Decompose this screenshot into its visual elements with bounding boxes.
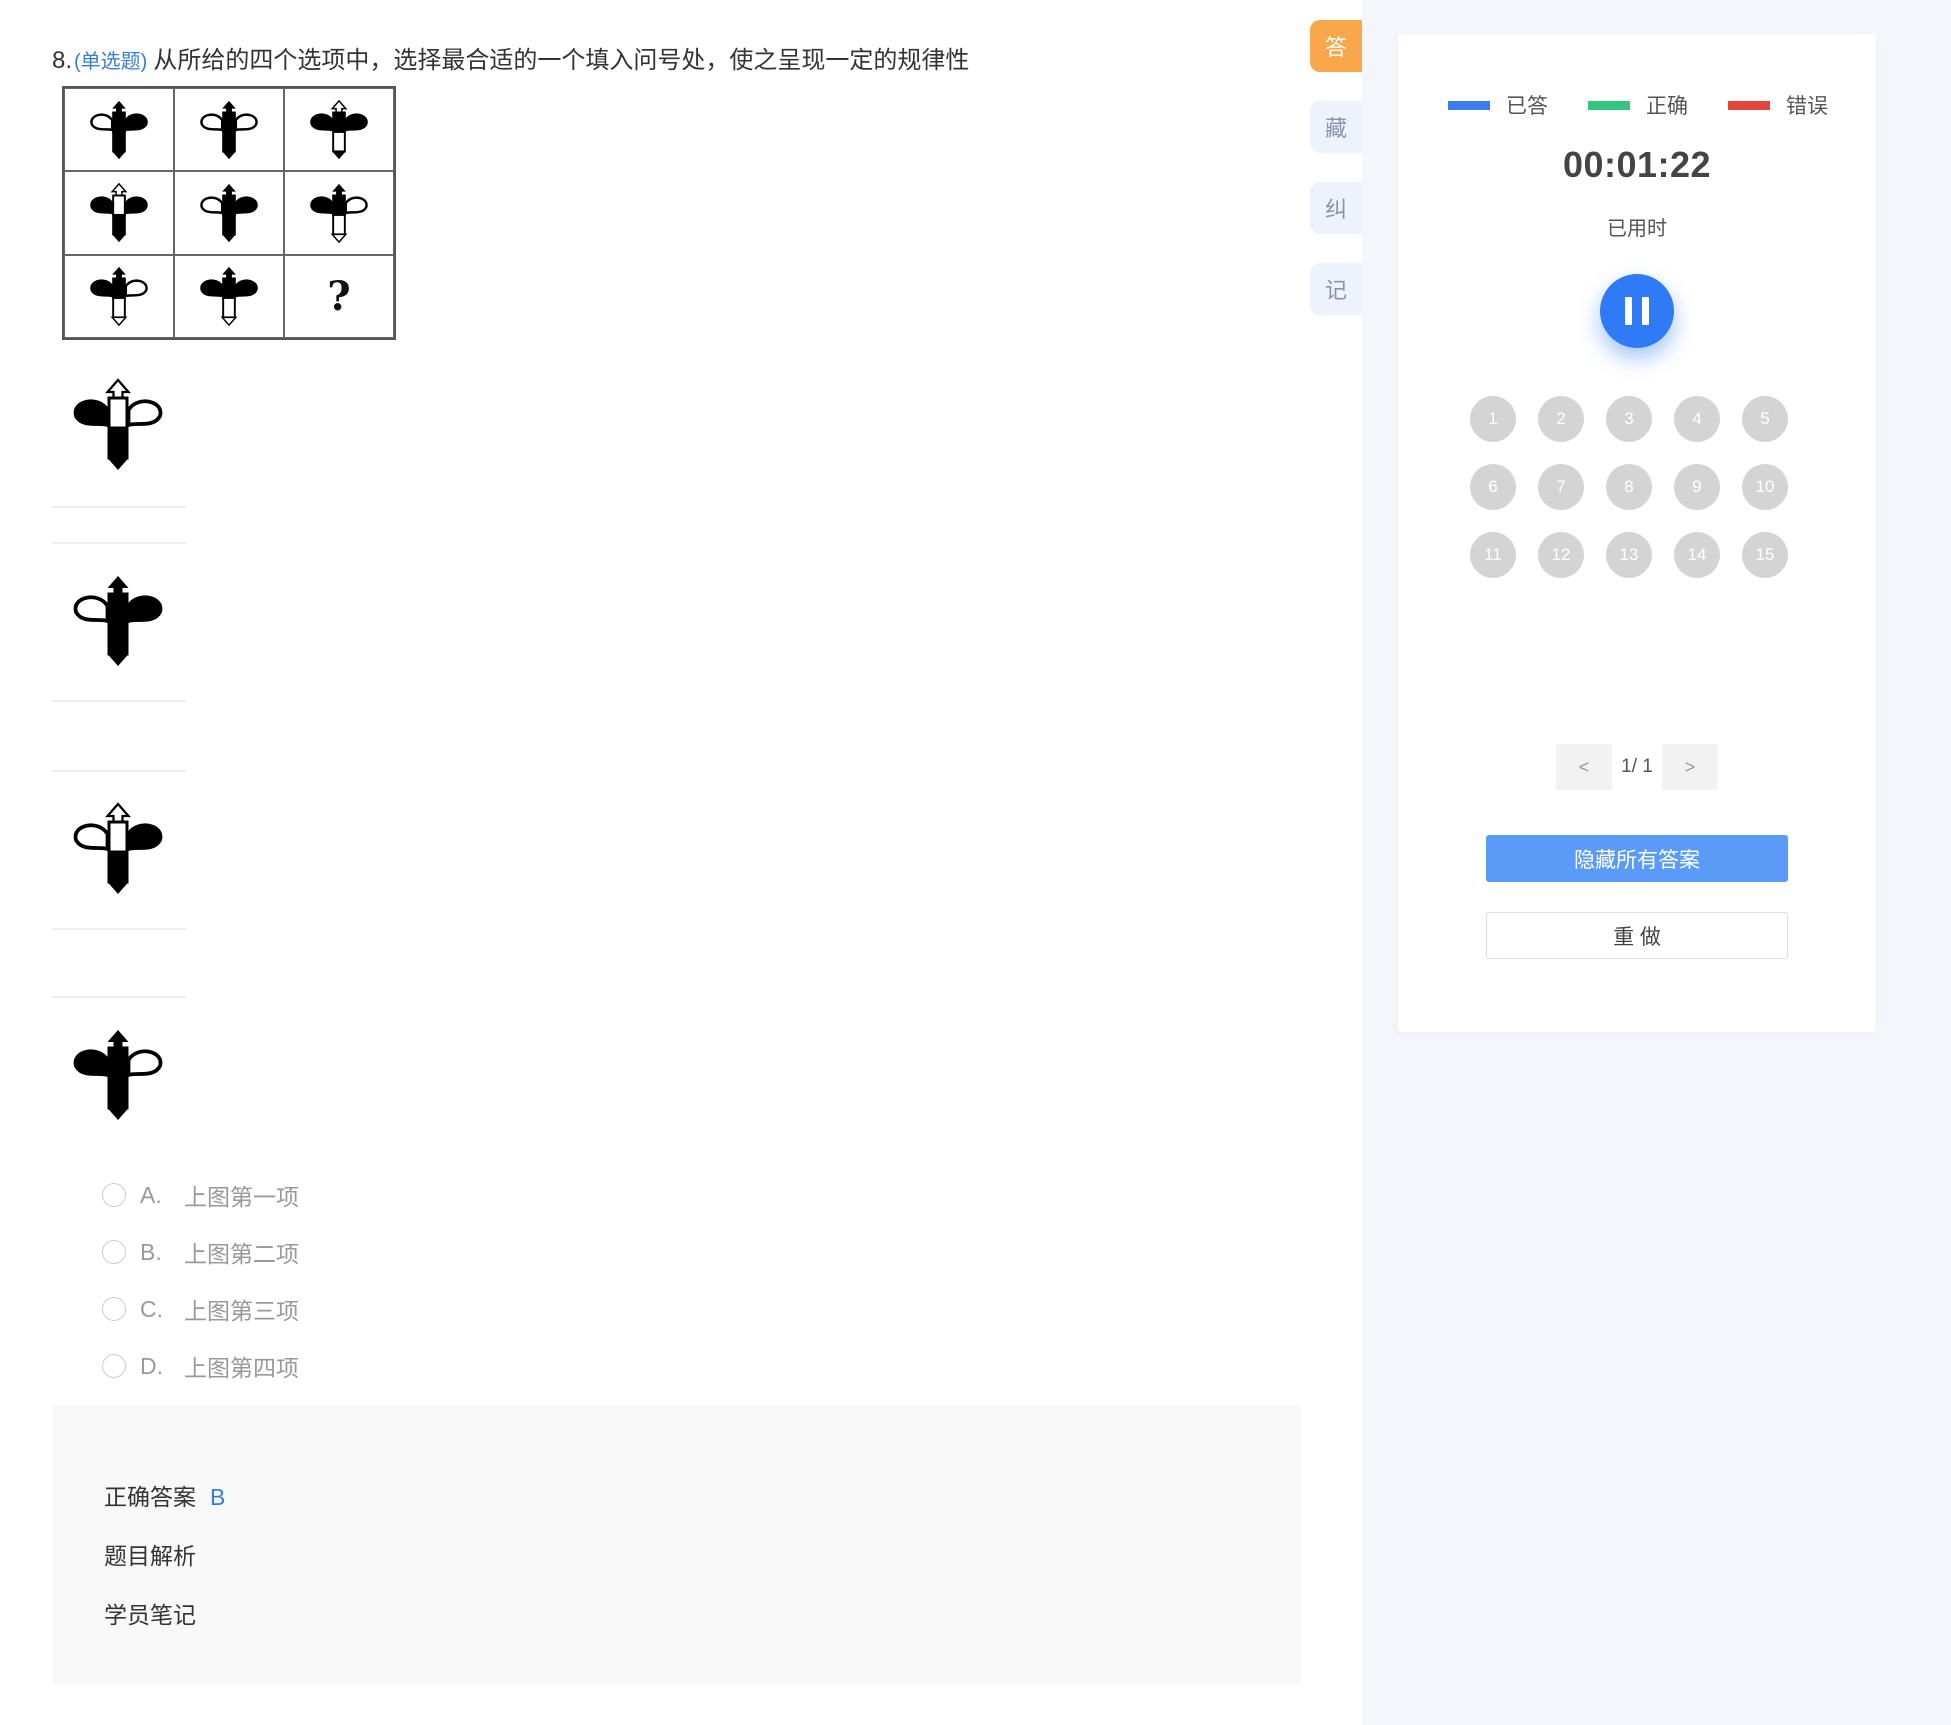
question-number-button[interactable]: 14 [1674,532,1720,578]
grid-cell [174,171,284,255]
question-number: 8. [52,47,73,74]
legend-swatch [1728,100,1770,110]
option-figure-4 [52,996,186,1156]
choice-b[interactable]: B. 上图第二项 [102,1236,299,1268]
question-number-button[interactable]: 1 [1470,396,1516,442]
choice-text: 上图第三项 [184,1298,299,1324]
question-number-grid: 1 2 3 4 5 6 7 8 9 10 11 12 13 14 15 [1470,396,1810,578]
question-number-button[interactable]: 9 [1674,464,1720,510]
figure-icon [200,100,258,159]
radio-button[interactable] [102,1297,126,1321]
choice-letter: D. [140,1352,163,1379]
question-number-button[interactable]: 10 [1742,464,1788,510]
question-text: 从所给的四个选项中，选择最合适的一个填入问号处，使之呈现一定的规律性 [153,47,970,74]
grid-cell [174,88,284,172]
figure-icon [310,99,368,159]
figure-icon [310,183,368,244]
grid-cell [64,254,174,338]
grid-cell [64,88,174,172]
question-number-button[interactable]: 4 [1674,396,1720,442]
choice-text: 上图第二项 [184,1241,299,1267]
question-number-button[interactable]: 5 [1742,396,1788,442]
next-page-button[interactable]: > [1662,744,1718,790]
tab-notes[interactable]: 记 [1310,263,1362,315]
question-number-button[interactable]: 2 [1538,396,1584,442]
tab-answer[interactable]: 答 [1310,20,1362,72]
grid-cell [174,254,284,338]
notes-label: 学员笔记 [104,1602,196,1628]
answer-analysis-box: 正确答案 B 题目解析 学员笔记 [52,1405,1302,1685]
option-figure-2 [52,542,186,702]
option-figure-3 [52,770,186,930]
legend-swatch [1588,100,1630,110]
figure-icon [73,378,163,470]
question-number-button[interactable]: 8 [1606,464,1652,510]
figure-grid: ? [62,86,396,340]
legend-label: 错误 [1786,95,1828,118]
choice-letter: B. [140,1238,162,1265]
question-number-button[interactable]: 3 [1606,396,1652,442]
figure-icon [90,182,148,243]
page-indicator: 1/ 1 [1621,756,1653,777]
question-area: 8. (单选题) 从所给的四个选项中，选择最合适的一个填入问号处，使之呈现一定的规律… [0,0,1362,1725]
redo-button[interactable]: 重 做 [1486,912,1788,959]
grid-cell [284,88,394,172]
pagination: < 1/ 1 > [1556,744,1718,790]
grid-cell-missing: ? [284,254,394,338]
hide-all-answers-button[interactable]: 隐藏所有答案 [1486,835,1788,882]
choice-text: 上图第一项 [184,1184,299,1210]
pause-icon [1625,297,1632,325]
question-type-label: (单选题) [74,51,148,73]
figure-icon [73,576,163,666]
option-figure-1 [52,348,186,508]
elapsed-timer: 00:01:22 [1562,144,1712,185]
choice-c[interactable]: C. 上图第三项 [102,1293,299,1325]
radio-button[interactable] [102,1183,126,1207]
analysis-label: 题目解析 [104,1543,196,1569]
prev-page-button[interactable]: < [1556,744,1612,790]
figure-icon [200,267,258,327]
question-number-button[interactable]: 15 [1742,532,1788,578]
question-number-button[interactable]: 7 [1538,464,1584,510]
figure-icon [90,267,148,327]
choice-letter: C. [140,1295,163,1322]
legend-answered: 已答 [1448,90,1548,120]
tab-favorite[interactable]: 藏 [1310,101,1362,153]
correct-answer-row: 正确答案 B [104,1478,225,1512]
figure-icon [73,1030,163,1120]
grid-cell [284,171,394,255]
figure-icon [200,183,258,243]
choice-letter: A. [140,1181,162,1208]
choice-text: 上图第四项 [184,1355,299,1381]
radio-button[interactable] [102,1354,126,1378]
question-number-button[interactable]: 13 [1606,532,1652,578]
legend-correct: 正确 [1588,90,1688,120]
legend-label: 已答 [1506,95,1548,118]
grid-cell [64,171,174,255]
legend-label: 正确 [1646,95,1688,118]
question-mark: ? [327,272,351,320]
correct-answer-value: B [210,1484,226,1510]
correct-answer-label: 正确答案 [104,1484,196,1510]
radio-button[interactable] [102,1240,126,1264]
question-number-button[interactable]: 11 [1470,532,1516,578]
answer-sheet-card: 已答 正确 错误 00:01:22 已用时 1 2 3 4 5 6 7 8 9 … [1398,34,1876,1032]
choice-a[interactable]: A. 上图第一项 [102,1179,299,1211]
question-number-button[interactable]: 6 [1470,464,1516,510]
figure-icon [90,100,148,159]
elapsed-timer-label: 已用时 [1607,218,1667,240]
question-title: 8. (单选题) 从所给的四个选项中，选择最合适的一个填入问号处，使之呈现一定的规律… [52,40,969,75]
pause-icon [1642,297,1649,325]
question-number-button[interactable]: 12 [1538,532,1584,578]
tab-correction[interactable]: 纠 [1310,182,1362,234]
legend-wrong: 错误 [1728,90,1828,120]
choice-d[interactable]: D. 上图第四项 [102,1350,299,1382]
legend-swatch [1448,100,1490,110]
figure-icon [73,802,163,894]
pause-button[interactable] [1600,274,1674,348]
